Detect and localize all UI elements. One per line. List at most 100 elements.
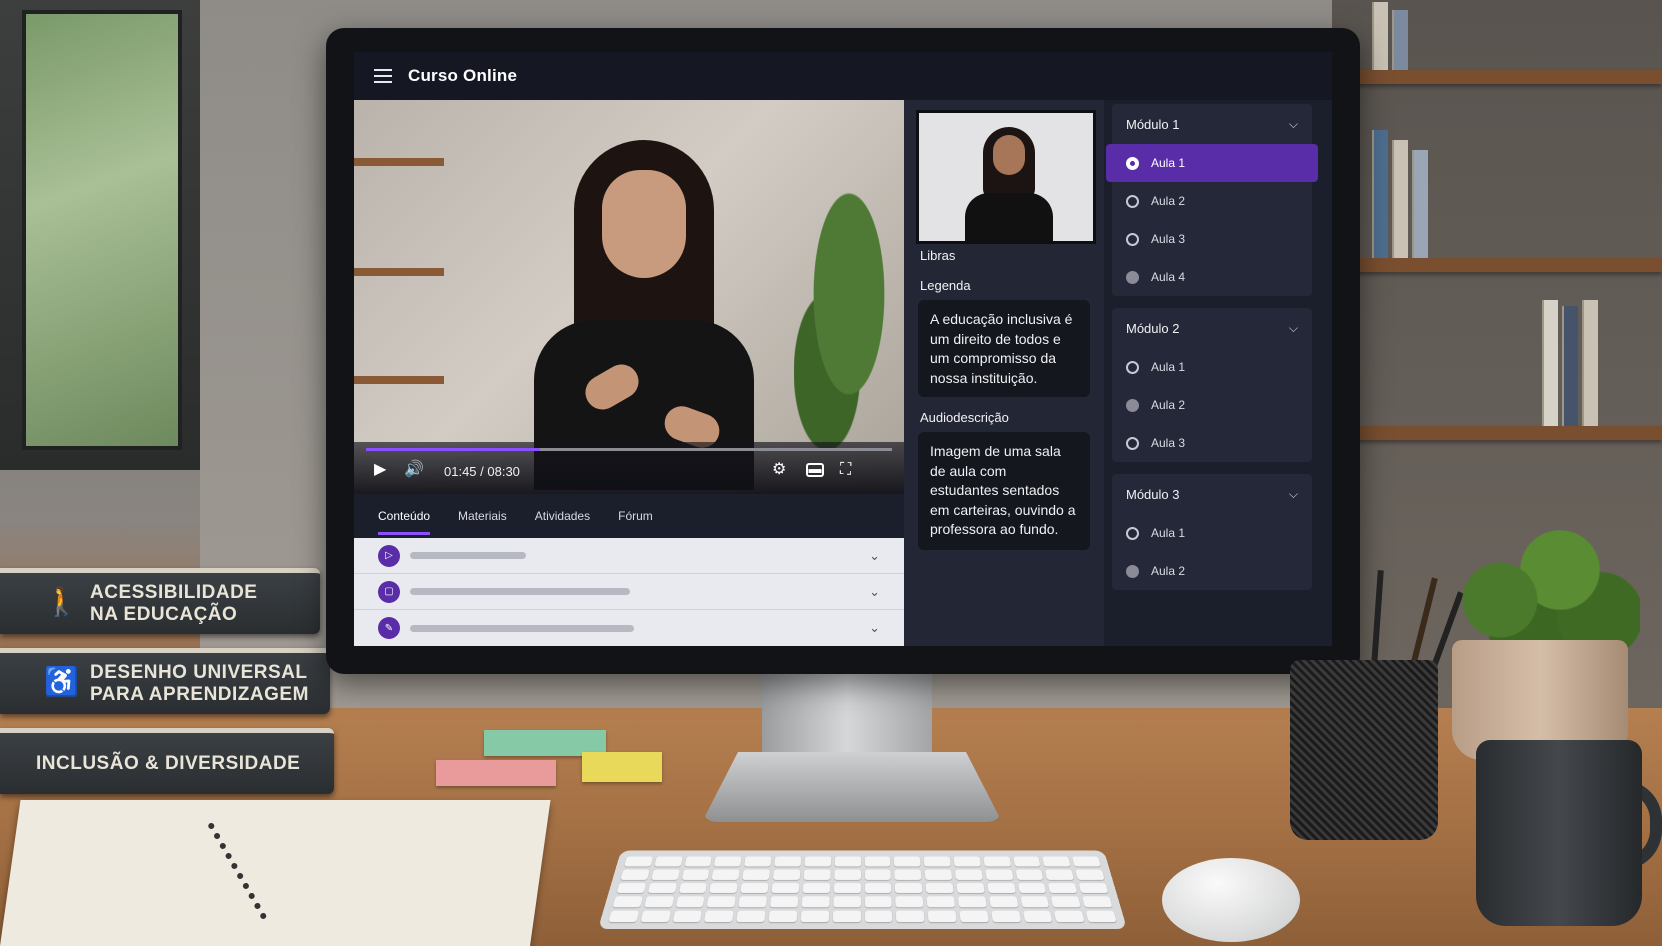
keyboard-key: [802, 882, 830, 894]
progress-fill: [366, 448, 540, 451]
lesson-item[interactable]: Aula 2: [1112, 552, 1312, 590]
shelf-book: [1372, 130, 1388, 258]
chevron-down-icon[interactable]: ⌄: [869, 584, 880, 600]
keyboard-key: [768, 910, 798, 923]
keyboard-key: [675, 896, 705, 908]
libras-label: Libras: [920, 248, 956, 263]
lesson-label: Aula 2: [1151, 564, 1186, 578]
video-background-plant: [794, 190, 904, 450]
audiodescricao-label: Audiodescrição: [920, 410, 1009, 425]
window: [0, 0, 200, 470]
time-display: 01:45 / 08:30: [444, 464, 520, 479]
keyboard-key: [744, 856, 772, 867]
lesson-item[interactable]: Aula 4: [1112, 258, 1312, 296]
interpreter: [965, 127, 1053, 241]
placeholder-bar: [410, 624, 634, 632]
tab-atividades[interactable]: Atividades: [535, 503, 590, 529]
lesson-item[interactable]: Aula 1: [1106, 144, 1318, 182]
mug: [1476, 740, 1642, 926]
lesson-item[interactable]: Aula 1: [1112, 514, 1312, 552]
keyboard-key: [957, 896, 987, 908]
keyboard-key: [612, 896, 643, 908]
fullscreen-icon[interactable]: ⛶: [840, 460, 851, 480]
tab-forum[interactable]: Fórum: [618, 503, 653, 529]
menu-icon[interactable]: [374, 69, 392, 83]
keyboard-key: [742, 869, 771, 880]
module-title: Módulo 2: [1126, 320, 1180, 336]
instructor: [534, 140, 754, 490]
lesson-item[interactable]: Aula 1: [1112, 348, 1312, 386]
module-header[interactable]: Módulo 2 ⌵: [1112, 308, 1312, 348]
keyboard-key: [1012, 856, 1041, 867]
module: Módulo 3 ⌵ Aula 1 Aula 2: [1112, 474, 1312, 590]
keyboard-key: [772, 869, 801, 880]
keyboard-key: [895, 896, 924, 908]
radio-icon: [1126, 156, 1139, 170]
list-item[interactable]: ▷ ⌄: [354, 538, 904, 574]
keyboard-key: [1082, 896, 1113, 908]
keyboard-key: [770, 896, 799, 908]
module-header[interactable]: Módulo 1 ⌵: [1112, 104, 1312, 144]
progress-bar[interactable]: [366, 448, 892, 451]
settings-icon[interactable]: ⚙: [772, 460, 786, 480]
keyboard-key: [1072, 856, 1101, 867]
accessibility-panel: Libras Legenda A educação inclusiva é um…: [904, 100, 1104, 646]
keyboard-key: [956, 882, 985, 894]
book-acessibilidade: 🚶 Acessibilidade na Educação: [0, 568, 320, 634]
keyboard-key: [991, 910, 1021, 923]
keyboard-key: [684, 856, 713, 867]
document-icon: ▢: [378, 580, 400, 603]
keyboard-key: [926, 896, 955, 908]
keyboard-key: [864, 882, 892, 894]
keyboard-key: [736, 910, 766, 923]
course-modules: Módulo 1 ⌵ Aula 1 Aula 2 Aula 3 Aula 4 M…: [1104, 100, 1332, 646]
chevron-down-icon[interactable]: ⌵: [1289, 487, 1298, 502]
captions-icon[interactable]: ▬: [806, 462, 824, 477]
keyboard-key: [654, 856, 683, 867]
lesson-item[interactable]: Aula 3: [1112, 424, 1312, 462]
radio-icon: [1126, 564, 1139, 578]
shelf-book: [1392, 140, 1408, 258]
play-icon[interactable]: ▶: [374, 460, 386, 480]
keyboard-key: [895, 882, 923, 894]
chevron-down-icon[interactable]: ⌄: [869, 548, 880, 564]
top-bar: Curso Online: [354, 52, 1332, 100]
person-icon: 🚶: [44, 586, 80, 617]
chevron-down-icon[interactable]: ⌵: [1289, 321, 1298, 336]
chevron-down-icon[interactable]: ⌵: [1289, 117, 1298, 132]
tab-conteudo[interactable]: Conteúdo: [378, 503, 431, 535]
keyboard-key: [983, 856, 1011, 867]
keyboard: [597, 850, 1128, 930]
keyboard-key: [1022, 910, 1053, 923]
pencil-holder: [1290, 660, 1438, 840]
shelf: [1332, 70, 1662, 84]
sticky-note: [582, 752, 662, 782]
keyboard-key: [896, 910, 925, 923]
keyboard-key: [608, 910, 640, 923]
keyboard-key: [985, 869, 1014, 880]
placeholder-bar: [410, 588, 630, 595]
keyboard-key: [833, 896, 861, 908]
book-title-line: Desenho Universal: [90, 661, 308, 683]
libras-video[interactable]: [916, 110, 1096, 244]
module-header[interactable]: Módulo 3 ⌵: [1112, 474, 1312, 514]
tab-materiais[interactable]: Materiais: [458, 503, 507, 529]
radio-icon: [1126, 398, 1139, 412]
chevron-down-icon[interactable]: ⌄: [869, 620, 880, 636]
list-item[interactable]: ▢ ⌄: [354, 574, 904, 610]
list-item[interactable]: ✎ ⌄: [354, 610, 904, 646]
keyboard-key: [1048, 882, 1078, 894]
shelf-book: [1582, 300, 1598, 426]
keyboard-key: [959, 910, 989, 923]
keyboard-key: [714, 856, 742, 867]
keyboard-key: [954, 869, 983, 880]
lesson-item[interactable]: Aula 2: [1112, 386, 1312, 424]
lesson-item[interactable]: Aula 3: [1112, 220, 1312, 258]
video-background-shelves: [354, 100, 444, 494]
keyboard-key: [925, 882, 954, 894]
video-player[interactable]: [354, 100, 904, 494]
shelf-book: [1412, 150, 1428, 258]
lesson-item[interactable]: Aula 2: [1112, 182, 1312, 220]
keyboard-key: [1020, 896, 1050, 908]
volume-icon[interactable]: 🔊: [404, 460, 424, 480]
